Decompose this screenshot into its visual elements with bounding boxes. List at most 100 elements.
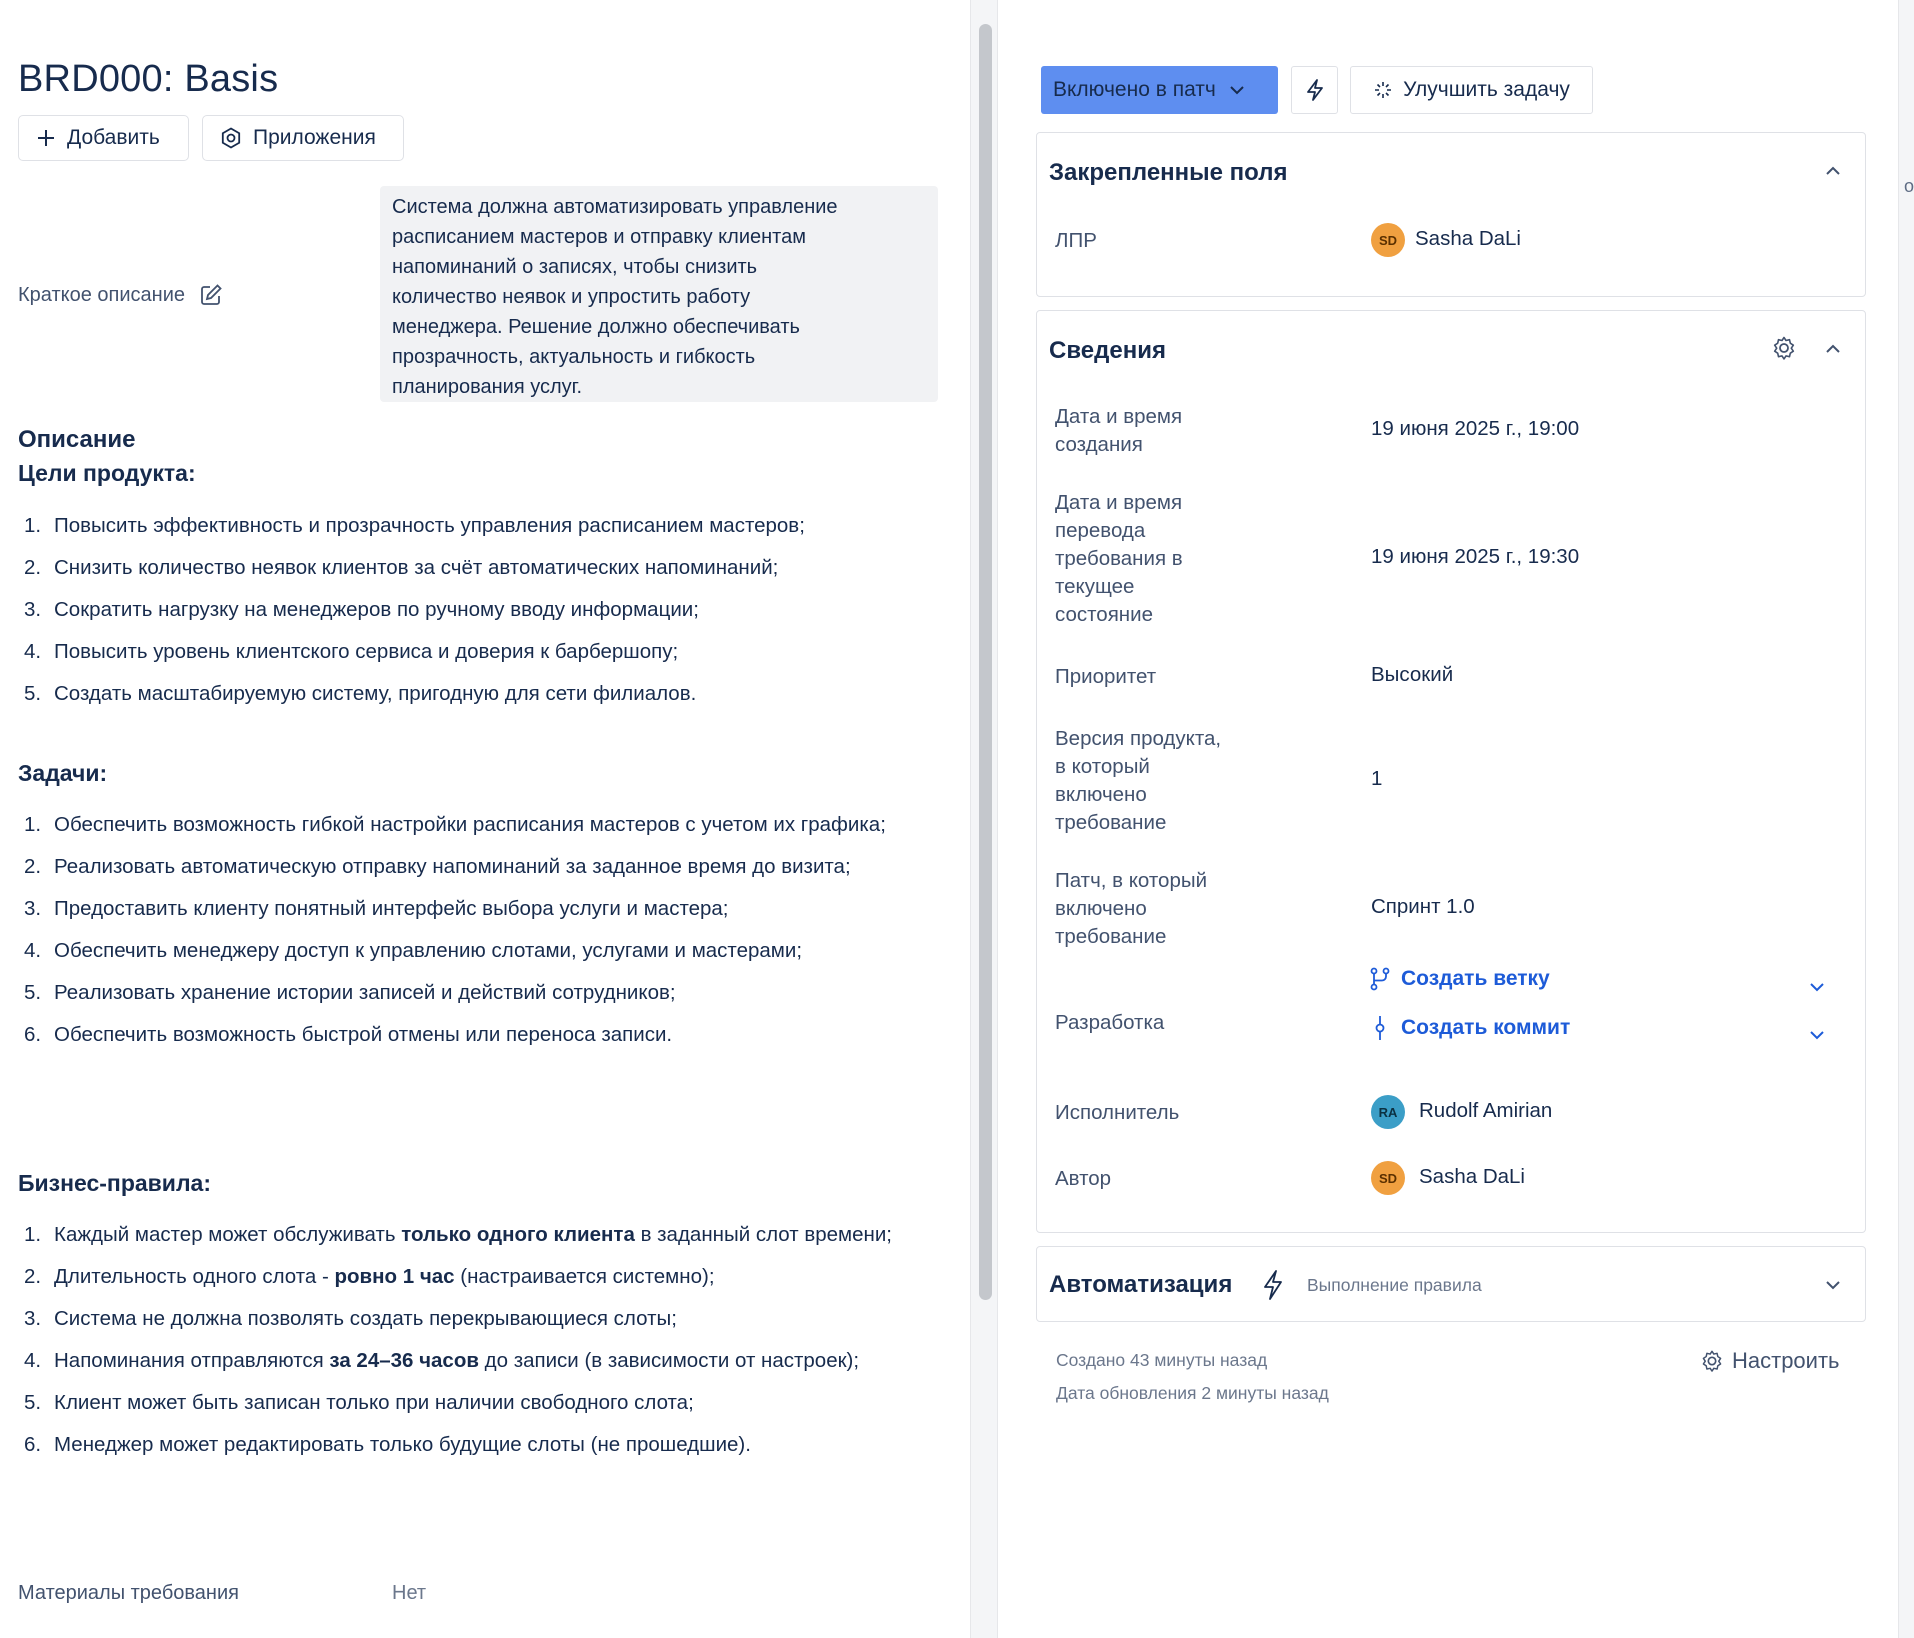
list-item: 3. Система не должна позволять создать пе… bbox=[24, 1307, 677, 1330]
short-description-line: напоминаний о записях, чтобы снизить bbox=[392, 256, 758, 278]
rule-text: Система не должна позволять создать пере… bbox=[54, 1307, 677, 1330]
rules-list: 1. Каждый мастер может обслуживать только… bbox=[18, 1218, 918, 1470]
goal-text: Сократить нагрузку на менеджеров по ручн… bbox=[54, 598, 699, 621]
rule-text: Напоминания отправляются bbox=[54, 1349, 330, 1372]
apps-button-label: Приложения bbox=[253, 126, 376, 149]
label-line: текущее bbox=[1055, 575, 1135, 598]
assignee-name[interactable]: Rudolf Amirian bbox=[1419, 1099, 1552, 1123]
goal-text: Повысить эффективность и прозрачность уп… bbox=[54, 514, 805, 537]
label-line: включено bbox=[1055, 783, 1147, 806]
details-title[interactable]: Сведения bbox=[1049, 337, 1166, 365]
patch-label: Патч, в который включено требование bbox=[1055, 867, 1207, 951]
list-item: 2. Реализовать автоматическую отправку на… bbox=[18, 850, 918, 884]
created-ago: Создано 43 минуты назад bbox=[1056, 1350, 1268, 1370]
configure-label: Настроить bbox=[1732, 1348, 1840, 1373]
rule-bold-text: за 24–36 часов bbox=[329, 1349, 479, 1372]
create-branch-label: Создать ветку bbox=[1401, 967, 1550, 990]
chevron-up-icon[interactable] bbox=[1823, 161, 1843, 181]
automation-button[interactable] bbox=[1291, 66, 1338, 114]
add-button[interactable]: Добавить bbox=[18, 115, 189, 161]
materials-value[interactable]: Нет bbox=[392, 1582, 426, 1605]
pinned-fields-panel: Закрепленные поля ЛПР SD Sasha DaLi bbox=[1036, 132, 1866, 297]
automation-panel[interactable]: Автоматизация Выполнение правила bbox=[1036, 1246, 1866, 1322]
tasks-list: 1. Обеспечить возможность гибкой настройк… bbox=[18, 808, 918, 1060]
list-item: 1. Повысить эффективность и прозрачность … bbox=[18, 509, 918, 543]
avatar: SD bbox=[1371, 223, 1405, 257]
author-label: Автор bbox=[1055, 1167, 1112, 1190]
create-branch-link[interactable]: Создать ветку bbox=[1369, 967, 1550, 991]
list-item: 6. Менеджер может редактировать только бу… bbox=[24, 1433, 751, 1456]
chevron-down-icon[interactable] bbox=[1823, 1275, 1843, 1295]
commit-icon bbox=[1375, 1016, 1385, 1040]
short-description-line: менеджера. Решение должно обеспечивать bbox=[392, 316, 800, 338]
rule-text: до записи (в зависимости от настроек); bbox=[478, 1349, 860, 1372]
list-item: 3. Предоставить клиенту понятный интерфей… bbox=[18, 892, 918, 926]
priority-value[interactable]: Высокий bbox=[1371, 663, 1453, 687]
lpr-label: ЛПР bbox=[1055, 229, 1097, 252]
apps-hexagon-icon bbox=[221, 127, 241, 149]
list-item: 5. Создать масштабируемую систему, пригод… bbox=[18, 677, 918, 711]
task-text: Реализовать хранение истории записей и д… bbox=[54, 981, 676, 1004]
rule-text: в заданный слот времени; bbox=[634, 1223, 892, 1246]
rules-heading: Бизнес-правила: bbox=[18, 1170, 212, 1196]
list-item: 1. Обеспечить возможность гибкой настройк… bbox=[18, 808, 918, 842]
label-line: Версия продукта, bbox=[1055, 727, 1222, 750]
list-item: 4. Напоминания отправляются за 24–36 часо… bbox=[24, 1349, 860, 1372]
lpr-name[interactable]: Sasha DaLi bbox=[1415, 227, 1521, 251]
list-item: 6. Обеспечить возможность быстрой отмены … bbox=[18, 1018, 918, 1052]
create-commit-label: Создать коммит bbox=[1401, 1016, 1571, 1039]
task-text: Обеспечить менеджеру доступ к управлению… bbox=[54, 939, 803, 962]
automation-subtitle: Выполнение правила bbox=[1307, 1275, 1482, 1295]
rule-text: (настраивается системно); bbox=[454, 1265, 715, 1288]
label-line: состояние bbox=[1055, 603, 1153, 626]
author-name[interactable]: Sasha DaLi bbox=[1419, 1165, 1525, 1189]
transition-value: 19 июня 2025 г., 19:30 bbox=[1371, 545, 1580, 568]
updated-ago: Дата обновления 2 минуты назад bbox=[1056, 1383, 1329, 1403]
status-button-label: Включено в патч bbox=[1053, 78, 1216, 101]
branch-icon bbox=[1370, 967, 1390, 991]
chevron-up-icon[interactable] bbox=[1823, 339, 1843, 359]
short-description-box[interactable]: Система должна автоматизировать управлен… bbox=[380, 186, 938, 402]
patch-value[interactable]: Спринт 1.0 bbox=[1371, 895, 1475, 919]
short-description-label: Краткое описание bbox=[18, 283, 185, 306]
chevron-down-icon[interactable] bbox=[1807, 1025, 1827, 1045]
improve-task-button[interactable]: Улучшить задачу bbox=[1350, 66, 1593, 114]
label-line: Патч, в который bbox=[1055, 869, 1208, 892]
apps-button[interactable]: Приложения bbox=[202, 115, 404, 161]
avatar: SD bbox=[1371, 1161, 1405, 1195]
issue-title[interactable]: BRD000: Basis bbox=[18, 58, 278, 101]
status-button[interactable]: Включено в патч bbox=[1041, 66, 1278, 114]
lightning-icon bbox=[1264, 1270, 1282, 1300]
plus-icon bbox=[38, 130, 54, 146]
label-line: Дата и время bbox=[1055, 405, 1183, 428]
version-value[interactable]: 1 bbox=[1371, 767, 1382, 791]
assignee-label: Исполнитель bbox=[1055, 1101, 1180, 1124]
lightning-icon bbox=[1306, 79, 1323, 101]
rule-text: Менеджер может редактировать только буду… bbox=[54, 1433, 751, 1456]
automation-title: Автоматизация bbox=[1049, 1271, 1233, 1298]
rule-bold-text: ровно 1 час bbox=[334, 1265, 455, 1288]
edit-icon[interactable] bbox=[199, 283, 223, 307]
task-text: Реализовать автоматическую отправку напо… bbox=[54, 855, 851, 878]
short-description-line: Система должна автоматизировать управлен… bbox=[392, 196, 838, 218]
improve-task-label: Улучшить задачу bbox=[1403, 78, 1570, 101]
goals-heading: Цели продукта: bbox=[18, 460, 196, 486]
chevron-down-icon[interactable] bbox=[1807, 977, 1827, 997]
details-panel: Сведения Дата и время создания 19 июня 2… bbox=[1036, 310, 1866, 1233]
transition-label: Дата и время перевода требования в текущ… bbox=[1055, 489, 1183, 629]
create-commit-link[interactable]: Создать коммит bbox=[1369, 1015, 1570, 1041]
gear-icon[interactable] bbox=[1771, 335, 1797, 361]
development-label: Разработка bbox=[1055, 1011, 1165, 1034]
short-description-line: количество неявок и упростить работу bbox=[392, 286, 751, 308]
label-line: требования в bbox=[1055, 547, 1183, 570]
task-text: Обеспечить возможность быстрой отмены ил… bbox=[54, 1023, 673, 1046]
list-item: 1. Каждый мастер может обслуживать только… bbox=[24, 1223, 892, 1246]
version-label: Версия продукта, в который включено треб… bbox=[1055, 725, 1221, 837]
created-label: Дата и время создания bbox=[1055, 403, 1182, 459]
gear-icon bbox=[1702, 1350, 1722, 1372]
pinned-fields-title[interactable]: Закрепленные поля bbox=[1049, 159, 1288, 187]
configure-button[interactable]: Настроить bbox=[1700, 1348, 1840, 1374]
label-line: перевода bbox=[1055, 519, 1146, 542]
short-description-line: планирования услуг. bbox=[392, 376, 583, 398]
scrollbar-thumb[interactable] bbox=[979, 24, 992, 1300]
